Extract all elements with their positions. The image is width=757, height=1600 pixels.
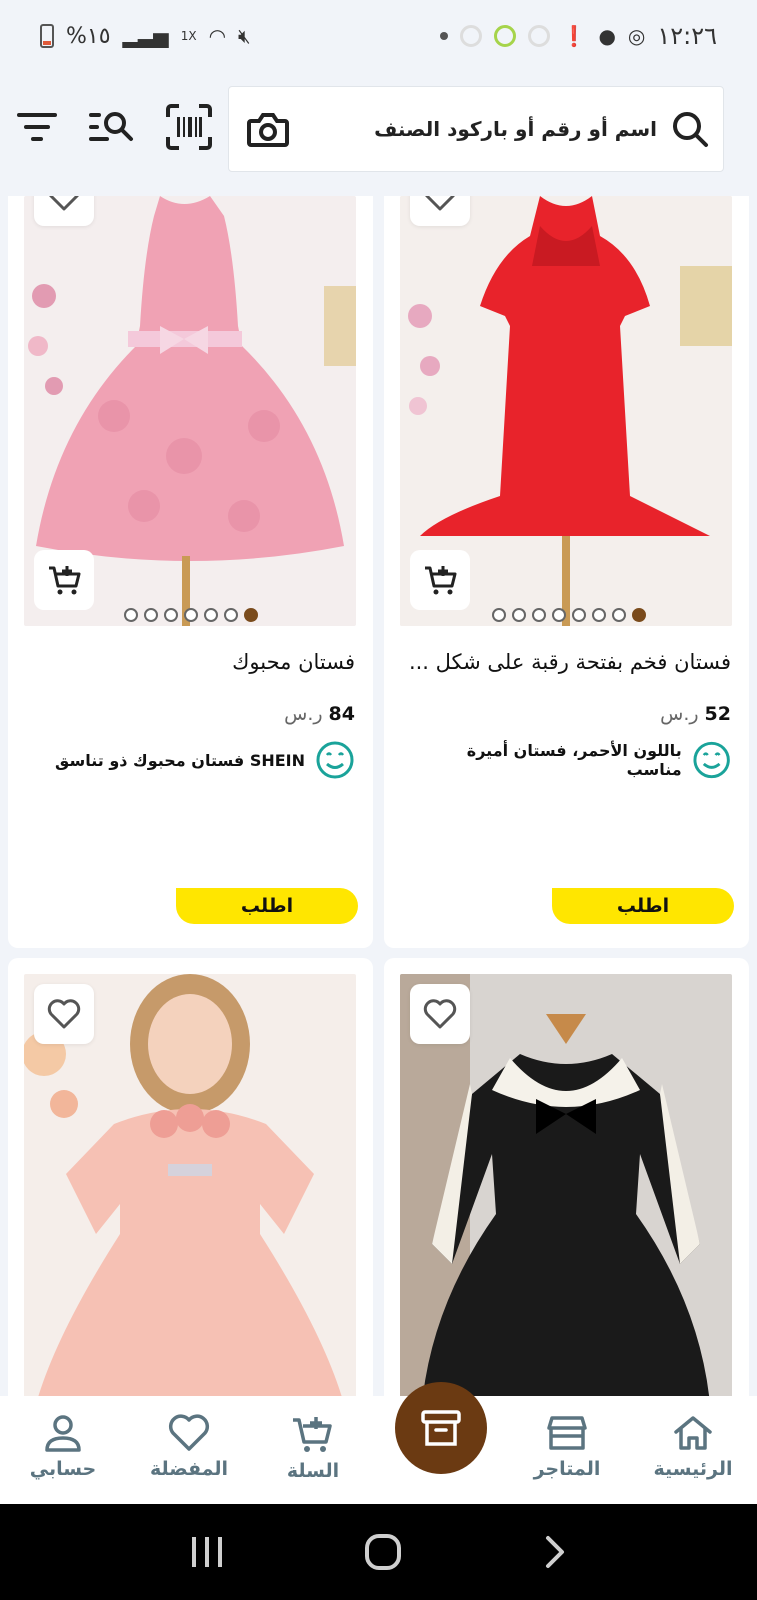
favorite-button[interactable] (34, 984, 94, 1044)
whatsapp-icon: ◎ (627, 24, 646, 48)
nav-account-label: حسابي (29, 1458, 97, 1480)
nav-cart-label: السلة (286, 1460, 340, 1482)
product-price: 84ر.س (284, 703, 355, 725)
heart-icon (425, 196, 455, 211)
user-icon (45, 1415, 81, 1452)
product-card[interactable] (384, 958, 749, 1396)
search-list-icon[interactable] (86, 102, 136, 152)
product-seller: SHEIN فستان محبوك ذو تناسق (35, 740, 355, 780)
product-card[interactable] (8, 958, 373, 1396)
back-chevron-icon[interactable] (542, 1534, 568, 1570)
heart-icon (49, 196, 79, 211)
bottom-navigation: الرئيسية المتاجر السلة المفضلة حسابي (0, 1382, 757, 1504)
signal-badge: 1X (180, 29, 197, 43)
nav-account[interactable]: حسابي (13, 1414, 113, 1480)
product-card[interactable]: فستان فخم بفتحة رقبة على شكل ... 52ر.س ب… (384, 196, 749, 948)
nav-home[interactable]: الرئيسية (643, 1414, 743, 1480)
nav-favorites[interactable]: المفضلة (139, 1414, 239, 1480)
nav-stores[interactable]: المتاجر (517, 1414, 617, 1480)
search-input[interactable]: اسم أو رقم أو باركود الصنف (293, 117, 671, 141)
product-price: 52ر.س (660, 703, 731, 725)
app-notification-icon-2 (527, 25, 550, 47)
product-card[interactable]: فستان محبوك 84ر.س SHEIN فستان محبوك ذو ت… (8, 196, 373, 948)
order-button[interactable]: اطلب (552, 888, 734, 924)
app-notification-green-icon (493, 25, 516, 47)
smile-icon (316, 741, 354, 779)
app-notification-icon (459, 25, 482, 47)
home-circle-icon[interactable] (363, 1532, 403, 1572)
barcode-scan-icon[interactable] (164, 102, 214, 152)
system-navigation-bar (0, 1504, 757, 1600)
status-left-group: %١٥ ▂▃▅ 1X ◠ 🔇︎ (40, 24, 251, 49)
camera-icon[interactable] (243, 104, 293, 154)
notification-dot-icon (439, 32, 448, 40)
status-bar: %١٥ ▂▃▅ 1X ◠ 🔇︎ ❗ ● ◎ ١٢:٢٦ (0, 0, 757, 72)
cart-plus-icon (425, 566, 457, 595)
smile-icon (693, 741, 730, 779)
heart-icon (168, 1414, 210, 1451)
status-right-group: ❗ ● ◎ ١٢:٢٦ (439, 22, 717, 50)
heart-icon (47, 999, 81, 1029)
signal-bars-icon: ▂▃▅ (122, 24, 169, 48)
favorite-button[interactable] (410, 196, 470, 226)
top-header: اسم أو رقم أو باركود الصنف (0, 84, 757, 174)
home-icon (674, 1416, 712, 1450)
mute-icon: 🔇︎ (238, 24, 251, 48)
cart-plus-icon (293, 1417, 332, 1452)
battery-icon (40, 24, 54, 48)
image-carousel-dots[interactable] (492, 608, 646, 622)
bug-icon: ● (598, 24, 616, 48)
nav-home-label: الرئيسية (653, 1458, 733, 1480)
nav-cart[interactable]: السلة (263, 1414, 363, 1482)
wifi-icon: ◠ (208, 24, 227, 48)
add-to-cart-button[interactable] (34, 550, 94, 610)
filter-icon[interactable] (12, 102, 62, 152)
image-carousel-dots[interactable] (124, 608, 258, 622)
product-title[interactable]: فستان محبوك (35, 650, 355, 674)
product-grid: فستان فخم بفتحة رقبة على شكل ... 52ر.س ب… (0, 196, 757, 1396)
search-icon (673, 112, 708, 147)
orders-center-button[interactable] (395, 1382, 487, 1474)
nav-stores-label: المتاجر (533, 1458, 601, 1480)
alert-icon: ❗ (561, 24, 587, 48)
archive-box-icon (421, 1410, 461, 1446)
favorite-button[interactable] (34, 196, 94, 226)
heart-icon (423, 999, 457, 1029)
product-seller: باللون الأحمر، فستان أميرة مناسب (411, 740, 731, 780)
add-to-cart-button[interactable] (410, 550, 470, 610)
cart-plus-icon (49, 566, 81, 595)
search-bar[interactable]: اسم أو رقم أو باركود الصنف (228, 86, 724, 172)
battery-percent: %١٥ (66, 23, 111, 49)
clock-time: ١٢:٢٦ (657, 22, 717, 50)
favorite-button[interactable] (410, 984, 470, 1044)
order-button[interactable]: اطلب (176, 888, 358, 924)
recent-apps-icon[interactable] (189, 1535, 225, 1569)
nav-favorites-label: المفضلة (149, 1458, 229, 1480)
product-title[interactable]: فستان فخم بفتحة رقبة على شكل ... (411, 650, 731, 674)
store-icon (547, 1416, 587, 1450)
